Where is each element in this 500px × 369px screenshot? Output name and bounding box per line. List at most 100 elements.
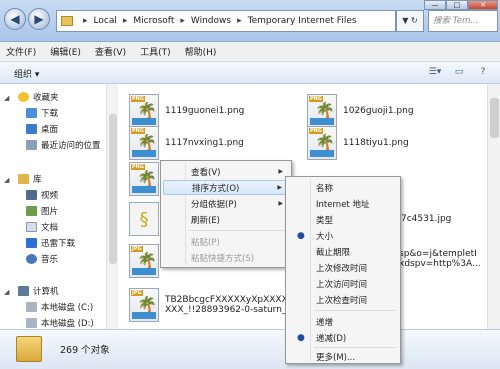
nav-thunder-downloads[interactable]: 迅雷下载 <box>26 236 75 250</box>
nav-documents[interactable]: 文档 <box>26 220 58 234</box>
nav-desktop[interactable]: 桌面 <box>26 122 58 136</box>
file-item[interactable]: PNG 🌴 1119guonei1.png <box>129 94 244 128</box>
nav-videos[interactable]: 视频 <box>26 188 58 202</box>
menu-view[interactable]: 查看(V) <box>95 45 126 58</box>
menu-item-paste[interactable]: 粘贴(P) <box>163 234 289 249</box>
command-bar: 组织 ▾ ☰▾ ▭ ? <box>0 62 500 84</box>
sort-by-name[interactable]: 名称 <box>288 180 398 195</box>
menu-bar: 文件(F) 编辑(E) 查看(V) 工具(T) 帮助(H) <box>0 42 500 62</box>
sort-ascending[interactable]: 递增 <box>288 314 398 329</box>
file-item[interactable]: PNG 🌴 1026guoji1.png <box>307 94 414 128</box>
menu-help[interactable]: 帮助(H) <box>185 45 217 58</box>
menu-item-label: 上次检查时间 <box>316 295 368 306</box>
file-name: xdspv=http%3A... <box>399 259 481 269</box>
view-options-icon[interactable]: ☰▾ <box>428 66 442 78</box>
file-item[interactable]: PNG 🌴 1117nvxing1.png <box>129 126 244 160</box>
nav-label: 下载 <box>41 109 59 119</box>
search-input[interactable]: 搜索 Tem... <box>428 10 498 32</box>
sort-by-internet-address[interactable]: Internet 地址 <box>288 196 398 211</box>
nav-pictures[interactable]: 图片 <box>26 204 58 218</box>
palm-tree-icon: 🌴 <box>137 251 157 270</box>
nav-label: 库 <box>33 175 42 185</box>
sort-by-last-accessed[interactable]: 上次访问时间 <box>288 276 398 291</box>
nav-label: 图片 <box>41 207 59 217</box>
minimize-button[interactable]: — <box>424 0 446 10</box>
jpg-file-icon: JPG 🌴 <box>129 288 159 322</box>
nav-drive-c[interactable]: 本地磁盘 (C:) <box>26 300 93 314</box>
music-library-icon <box>26 254 37 264</box>
nav-downloads[interactable]: 下载 <box>26 106 58 120</box>
sort-by-size[interactable]: ● 大小 <box>288 228 398 243</box>
breadcrumb-temporary-internet-files[interactable]: Temporary Internet Files <box>248 16 357 26</box>
sort-by-last-checked[interactable]: 上次检查时间 <box>288 292 398 307</box>
address-bar[interactable]: ▸ Local ▸ Microsoft ▸ Windows ▸ Temporar… <box>56 10 396 32</box>
nav-scrollbar[interactable] <box>106 84 118 329</box>
nav-computer[interactable]: 计算机 <box>18 284 59 298</box>
content-scrollbar[interactable] <box>487 84 500 329</box>
preview-pane-icon[interactable]: ▭ <box>452 66 466 78</box>
file-name-wrap: TB2BbcgcFXXXXXyXpXXXXXX XXX_!!28893962-0… <box>165 295 305 315</box>
nav-music[interactable]: 音乐 <box>26 252 58 266</box>
menu-item-label: 粘贴快捷方式(S) <box>191 253 255 264</box>
breadcrumb-local[interactable]: Local <box>94 16 117 26</box>
file-name: TB2BbcgcFXXXXXyXpXXXXXX <box>165 295 301 305</box>
file-item[interactable]: PNG 🌴 1118tiyu1.png <box>307 126 409 160</box>
menu-item-group-by[interactable]: 分组依据(P) ▶ <box>163 196 289 211</box>
content-scroll-thumb[interactable] <box>490 98 499 138</box>
nav-libraries[interactable]: 库 <box>18 172 42 186</box>
menu-item-label: 截止期限 <box>316 247 351 258</box>
menu-item-label: 上次修改时间 <box>316 263 368 274</box>
radio-bullet-icon: ● <box>297 230 305 241</box>
collapse-computer-icon[interactable]: ◢ <box>4 288 9 296</box>
file-name: 1118tiyu1.png <box>343 138 409 148</box>
palm-tree-icon: 🌴 <box>137 295 157 314</box>
nav-favorites[interactable]: 收藏夹 <box>18 90 59 104</box>
back-button[interactable]: ◀ <box>4 8 26 30</box>
menu-item-label: 分组依据(P) <box>191 199 237 210</box>
menu-item-label: 大小 <box>316 231 334 242</box>
menu-item-sort-by[interactable]: 排序方式(O) ▶ <box>163 180 289 195</box>
png-file-icon: PNG 🌴 <box>307 94 337 128</box>
menu-file[interactable]: 文件(F) <box>6 45 36 58</box>
file-item[interactable]: sp&o=j&templetI xdspv=http%3A... <box>399 249 481 269</box>
collapse-libraries-icon[interactable]: ◢ <box>4 176 9 184</box>
file-item[interactable]: 7c4531.jpg <box>401 214 451 224</box>
sort-descending[interactable]: ● 递减(D) <box>288 330 398 345</box>
forward-button[interactable]: ▶ <box>28 8 50 30</box>
close-button[interactable]: ✕ <box>468 0 498 10</box>
maximize-button[interactable]: □ <box>446 0 468 10</box>
menu-item-refresh[interactable]: 刷新(E) <box>163 212 289 227</box>
organize-button[interactable]: 组织 ▾ <box>14 67 39 80</box>
computer-icon <box>18 286 29 296</box>
menu-item-label: 查看(V) <box>191 167 221 178</box>
breadcrumb-windows[interactable]: Windows <box>191 16 231 26</box>
menu-item-view[interactable]: 查看(V) ▶ <box>163 164 289 179</box>
sort-by-expiration[interactable]: 截止期限 <box>288 244 398 259</box>
file-name: 7c4531.jpg <box>401 214 452 224</box>
collapse-favorites-icon[interactable]: ◢ <box>4 94 9 102</box>
refresh-button[interactable]: ▼ ↻ <box>396 10 424 32</box>
nav-label: 桌面 <box>41 125 59 135</box>
menu-tools[interactable]: 工具(T) <box>140 45 171 58</box>
breadcrumb-microsoft[interactable]: Microsoft <box>133 16 174 26</box>
drive-c-icon <box>26 302 37 312</box>
navigation-pane: ◢ 收藏夹 下载 桌面 最近访问的位置 ◢ 库 视频 图片 文档 迅雷下载 音乐… <box>0 84 118 329</box>
sort-more[interactable]: 更多(M)... <box>288 349 398 364</box>
breadcrumb-separator: ▸ <box>83 16 88 26</box>
help-icon[interactable]: ? <box>476 66 490 78</box>
sort-by-type[interactable]: 类型 <box>288 212 398 227</box>
file-name: 1117nvxing1.png <box>165 138 244 148</box>
menu-item-paste-shortcut[interactable]: 粘贴快捷方式(S) <box>163 250 289 265</box>
drive-d-icon <box>26 318 37 328</box>
submenu-arrow-icon: ▶ <box>277 184 282 191</box>
nav-recent-places[interactable]: 最近访问的位置 <box>26 138 101 152</box>
menu-item-label: 递增 <box>316 317 334 328</box>
toolbar-icons: ☰▾ ▭ ? <box>428 66 490 78</box>
details-pane: 269 个对象 <box>0 329 500 369</box>
sort-by-last-modified[interactable]: 上次修改时间 <box>288 260 398 275</box>
nav-scroll-thumb[interactable] <box>109 114 117 264</box>
nav-drive-d[interactable]: 本地磁盘 (D:) <box>26 316 94 329</box>
menu-edit[interactable]: 编辑(E) <box>50 45 81 58</box>
file-item[interactable]: JPG 🌴 TB2BbcgcFXXXXXyXpXXXXXX XXX_!!28893… <box>129 288 305 322</box>
submenu-arrow-icon: ▶ <box>278 168 283 175</box>
